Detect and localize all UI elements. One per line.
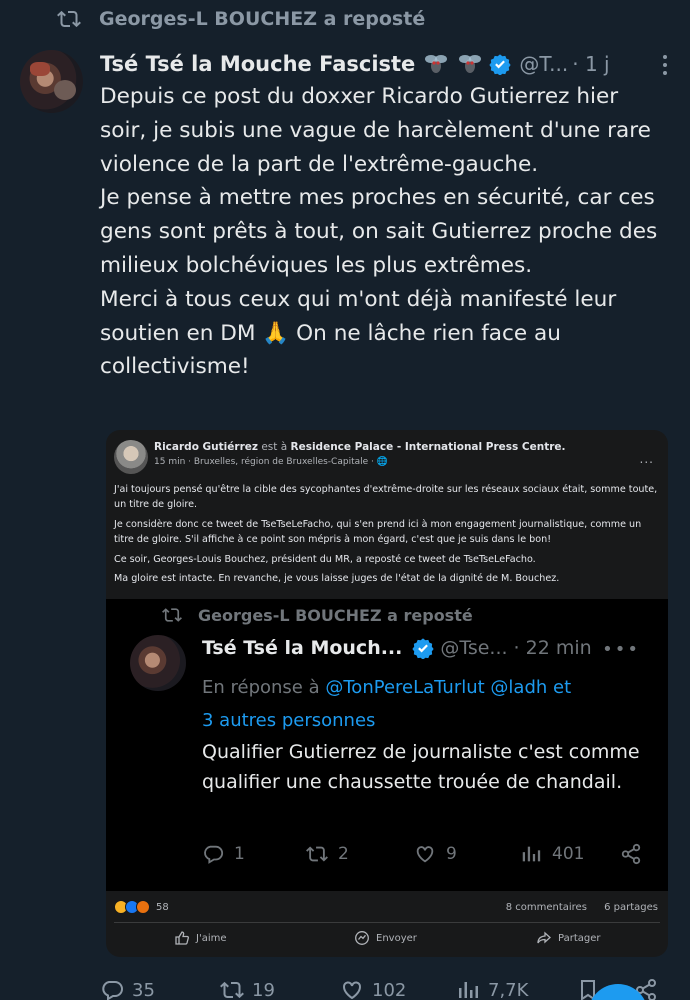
views-icon — [522, 846, 541, 862]
reply-more: 3 autres personnes — [202, 710, 376, 731]
fb-author-line: Ricardo Gutiérrez est à Residence Palace… — [154, 441, 566, 453]
tweet-paragraph: Depuis ce post du doxxer Ricardo Gutierr… — [100, 84, 651, 177]
nested-repost-indicator: Georges-L BOUCHEZ a reposté — [162, 605, 473, 625]
author-handle[interactable]: @T... — [519, 52, 568, 76]
heart-icon — [416, 846, 434, 863]
nested-header: Tsé Tsé la Mouch... @Tse... · 22 min — [202, 637, 592, 659]
nested-views: 401 — [520, 843, 584, 865]
nested-more-icon: ••• — [602, 639, 640, 660]
fb-like-button: J'aime — [174, 930, 227, 946]
fb-send-label: Envoyer — [376, 932, 417, 944]
reply-button[interactable]: 35 — [100, 978, 155, 1000]
fb-comments: 8 commentaires — [505, 902, 587, 913]
fly-emoji-icon — [425, 55, 448, 73]
nested-text: Qualifier Gutierrez de journaliste c'est… — [202, 741, 640, 793]
repost-button[interactable]: 19 — [220, 978, 275, 1000]
nested-time: · 22 min — [513, 637, 592, 659]
like-count: 102 — [372, 979, 407, 1000]
thumbs-up-icon — [175, 931, 189, 945]
author-name[interactable]: Tsé Tsé la Mouche Fasciste — [100, 52, 415, 76]
reply-count: 35 — [132, 979, 155, 1000]
emoji-angry-icon — [136, 900, 150, 914]
fb-shares: 6 partages — [604, 902, 658, 913]
fb-reactions: 58 — [114, 900, 169, 914]
fb-more-icon: ... — [639, 452, 654, 466]
fb-place: Residence Palace - International Press C… — [290, 441, 566, 453]
nested-repost-count: 2 — [338, 844, 349, 864]
messenger-icon — [355, 931, 369, 945]
fb-paragraph: Ma gloire est intacte. En revanche, je v… — [114, 573, 560, 585]
repost-icon — [57, 10, 81, 28]
fb-meta: 15 min · Bruxelles, région de Bruxelles-… — [154, 457, 388, 467]
fb-reaction-count: 58 — [156, 901, 169, 913]
views-icon — [459, 982, 478, 998]
tweet-actions: 35 19 102 7,7K — [100, 974, 660, 1000]
fb-paragraph: J'ai toujours pensé qu'être la cible des… — [114, 484, 658, 511]
view-count: 7,7K — [488, 979, 529, 1000]
tweet-body: Depuis ce post du doxxer Ricardo Gutierr… — [100, 80, 670, 384]
share-icon — [621, 843, 641, 865]
nested-avatar — [130, 635, 186, 691]
fb-avatar — [114, 440, 148, 474]
fb-paragraph: Ce soir, Georges-Louis Bouchez, présiden… — [114, 553, 536, 565]
author-avatar[interactable] — [20, 50, 83, 113]
fb-author: Ricardo Gutiérrez — [154, 441, 258, 453]
tweet-paragraph: Je pense à mettre mes proches en sécurit… — [100, 185, 658, 278]
reply-icon — [204, 845, 224, 864]
nested-actions: 1 2 9 401 — [202, 843, 642, 867]
share-arrow-icon — [537, 931, 551, 944]
like-button[interactable]: 102 — [340, 978, 406, 1000]
repost-icon — [162, 608, 182, 622]
fb-post-text: J'ai toujours pensé qu'être la cible des… — [114, 482, 659, 590]
fb-counts: 8 commentaires 6 partages — [492, 902, 658, 913]
repost-icon — [220, 981, 244, 999]
nested-repost: 2 — [306, 843, 349, 865]
nested-like: 9 — [414, 843, 457, 865]
fly-emoji-icon-2 — [459, 55, 482, 73]
nested-handle: @Tse... — [440, 637, 508, 659]
tweet-time[interactable]: · 1 j — [572, 52, 609, 76]
nested-share — [620, 843, 652, 865]
fb-at: est à — [261, 441, 288, 453]
repost-count: 19 — [252, 979, 275, 1000]
views-button[interactable]: 7,7K — [456, 978, 528, 1000]
fb-paragraph: Je considère donc ce tweet de TseTseLeFa… — [114, 518, 642, 546]
reply-links: @TonPereLaTurlut @ladh — [325, 677, 548, 698]
nested-author-name: Tsé Tsé la Mouch... — [202, 637, 403, 659]
verified-badge-icon — [489, 54, 511, 75]
nested-repost-text: Georges-L BOUCHEZ a reposté — [198, 605, 473, 625]
reply-icon — [102, 981, 123, 1000]
fb-post-header: Ricardo Gutiérrez est à Residence Palace… — [114, 440, 662, 474]
nested-reply-context: En réponse à @TonPereLaTurlut @ladh et 3… — [202, 671, 642, 737]
attached-image[interactable]: Ricardo Gutiérrez est à Residence Palace… — [106, 430, 668, 957]
fb-action-bar: J'aime Envoyer Partager — [106, 928, 668, 952]
heart-icon — [343, 981, 361, 1000]
reply-suffix: et — [553, 677, 572, 698]
verified-badge-icon — [412, 638, 435, 659]
nested-reply: 1 — [202, 843, 245, 865]
nested-view-count: 401 — [552, 844, 585, 864]
reply-prefix: En réponse à — [202, 677, 320, 698]
nested-tweet: Georges-L BOUCHEZ a reposté Tsé Tsé la M… — [106, 599, 668, 891]
repost-icon — [306, 846, 328, 862]
fb-divider — [114, 922, 660, 923]
fb-send-button: Envoyer — [354, 930, 417, 946]
nested-like-count: 9 — [446, 844, 457, 864]
tweet-header: Tsé Tsé la Mouche Fasciste @T... · 1 j — [100, 47, 680, 81]
nested-reply-count: 1 — [234, 844, 245, 864]
fb-share-button: Partager — [536, 930, 600, 946]
more-options-icon[interactable] — [662, 54, 668, 76]
fb-like-label: J'aime — [196, 932, 227, 944]
fb-share-label: Partager — [558, 932, 601, 944]
repost-indicator[interactable]: Georges-L BOUCHEZ a reposté — [57, 6, 425, 32]
repost-text: Georges-L BOUCHEZ a reposté — [99, 8, 426, 30]
tweet-paragraph: Merci à tous ceux qui m'ont déjà manifes… — [100, 286, 617, 380]
